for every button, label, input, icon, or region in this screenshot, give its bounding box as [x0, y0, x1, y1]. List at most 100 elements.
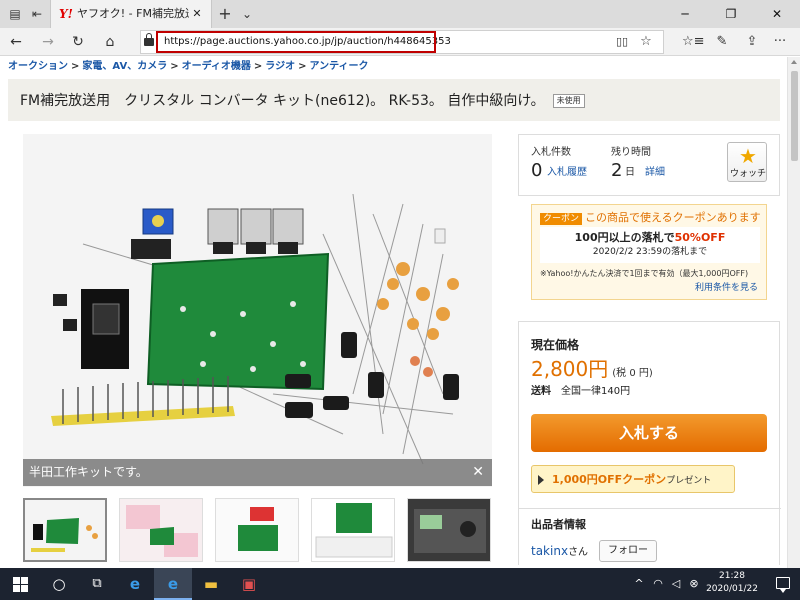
- scrollbar-thumb[interactable]: [791, 71, 798, 161]
- current-price-label: 現在価格: [531, 338, 580, 352]
- address-toolbar: ← → ↻ ⌂ https://page.auctions.yahoo.co.j…: [0, 28, 800, 56]
- favorite-star-icon[interactable]: ☆: [636, 33, 656, 51]
- forward-icon[interactable]: →: [36, 32, 60, 52]
- taskbar: ○ ⧉ e e ▬ ▣ ^ ◠ ◁ ⊗ 21:28 2020/01/22: [0, 568, 800, 600]
- page-content: オークション > 家電、AV、カメラ > オーディオ機器 > ラジオ > アンティーク FM補完…: [0, 57, 800, 568]
- main-product-image[interactable]: [23, 134, 492, 487]
- breadcrumb-item[interactable]: オーディオ機器: [182, 60, 251, 74]
- kit-photo-illustration: [23, 134, 492, 487]
- share-icon[interactable]: ⇪: [742, 33, 762, 51]
- item-title: FM補完放送用 クリスタル コンバータ キット(ne612)。 RK-53。 自…: [20, 92, 585, 110]
- item-title-box: FM補完放送用 クリスタル コンバータ キット(ne612)。 RK-53。 自…: [8, 79, 780, 121]
- bid-history-link[interactable]: 入札履歴: [547, 167, 587, 179]
- time-left-label: 残り時間: [611, 147, 651, 158]
- thumbnail-strip: [23, 498, 493, 564]
- coupon-box: クーポン この商品で使えるクーポンあります 100円以上の落札で50%OFF 20…: [531, 204, 767, 300]
- more-icon[interactable]: ···: [770, 33, 790, 51]
- vertical-scrollbar[interactable]: [787, 57, 800, 568]
- clock[interactable]: 21:28 2020/01/22: [700, 570, 764, 598]
- condition-badge: 未使用: [552, 94, 585, 108]
- thumbnail-4-image: [312, 499, 394, 561]
- coupon-heading: クーポン この商品で使えるクーポンあります: [540, 211, 761, 225]
- lock-icon: [144, 33, 154, 47]
- seller-name: takinxさん: [531, 544, 588, 560]
- windows-logo-icon: [21, 585, 28, 592]
- pen-icon[interactable]: ✎: [712, 33, 732, 51]
- coupon-note: ※Yahoo!かんたん決済で1回まで有効（最大1,000円OFF): [540, 269, 749, 278]
- thumbnail-4[interactable]: [311, 498, 395, 562]
- thumbnail-3[interactable]: [215, 498, 299, 562]
- app-icon[interactable]: ▣: [230, 568, 268, 600]
- breadcrumb-separator: >: [170, 61, 179, 72]
- tab-list-chevron-icon[interactable]: ⌄: [236, 4, 258, 24]
- tab-title: ヤフオク! - FM補完放送用: [77, 7, 189, 20]
- price-tax: (税 0 円): [612, 368, 653, 379]
- breadcrumb-item[interactable]: ラジオ: [265, 60, 295, 74]
- time-left-unit: 日: [625, 167, 635, 178]
- file-explorer-icon[interactable]: ▬: [192, 568, 230, 600]
- follow-button[interactable]: フォロー: [599, 540, 657, 562]
- current-price: 2,800円 (税 0 円): [531, 358, 653, 385]
- tab-actions-icon[interactable]: ▤: [4, 4, 26, 24]
- yahoo-favicon-icon: Y!: [59, 7, 73, 21]
- new-tab-icon[interactable]: +: [214, 4, 236, 24]
- network-icon[interactable]: ◠: [650, 576, 666, 592]
- refresh-icon[interactable]: ↻: [66, 32, 90, 52]
- volume-icon[interactable]: ◁: [668, 576, 684, 592]
- play-arrow-icon: [538, 475, 544, 485]
- watch-label: ウォッチ: [729, 169, 766, 179]
- breadcrumb-separator: >: [253, 61, 263, 72]
- off-coupon-banner[interactable]: 1,000円OFFクーポンプレゼント: [531, 465, 735, 493]
- current-price-value: 2,800円: [531, 357, 609, 381]
- thumbnail-5[interactable]: [407, 498, 491, 562]
- thumbnail-1-image: [25, 500, 105, 560]
- restore-button[interactable]: ❐: [708, 0, 754, 28]
- tray-chevron-icon[interactable]: ^: [632, 576, 646, 592]
- reading-view-icon[interactable]: ▯▯: [612, 33, 632, 51]
- seller-info-label: 出品者情報: [531, 518, 586, 531]
- breadcrumb-item[interactable]: オークション: [8, 60, 68, 74]
- seller-honorific: さん: [568, 547, 589, 558]
- back-icon[interactable]: ←: [4, 32, 28, 52]
- internet-explorer-icon[interactable]: e: [116, 568, 154, 600]
- edge-browser-icon[interactable]: e: [154, 568, 192, 600]
- bid-count: 0: [531, 160, 543, 181]
- coupon-threshold: 100円以上の落札で: [574, 231, 675, 244]
- caption-close-icon[interactable]: ✕: [472, 464, 484, 480]
- window-close-button[interactable]: ✕: [754, 0, 800, 28]
- thumbnail-5-image: [408, 499, 490, 561]
- coupon-terms-link[interactable]: 利用条件を見る: [695, 283, 758, 294]
- off-coupon-amount: 1,000円OFFクーポン: [552, 473, 667, 486]
- tab-bar: ▤ ⇤ Y! ヤフオク! - FM補完放送用 ✕ + ⌄ ─ ❐ ✕: [0, 0, 800, 28]
- home-icon[interactable]: ⌂: [98, 32, 122, 52]
- task-view-icon[interactable]: ⧉: [78, 568, 116, 600]
- time-detail-link[interactable]: 詳細: [645, 167, 665, 179]
- browser-tab[interactable]: Y! ヤフオク! - FM補完放送用 ✕: [50, 0, 212, 28]
- shipping-label: 送料: [531, 386, 551, 397]
- set-aside-tabs-icon[interactable]: ⇤: [26, 4, 48, 24]
- breadcrumb-item[interactable]: アンティーク: [310, 60, 369, 74]
- item-title-text: FM補完放送用 クリスタル コンバータ キット(ne612)。 RK-53。 自…: [20, 93, 545, 109]
- breadcrumb-item[interactable]: 家電、AV、カメラ: [82, 60, 167, 74]
- minimize-button[interactable]: ─: [662, 0, 708, 28]
- seller-name-link[interactable]: takinx: [531, 544, 568, 558]
- start-button[interactable]: [0, 568, 40, 600]
- scroll-up-icon[interactable]: [791, 60, 797, 64]
- bid-button[interactable]: 入札する: [531, 414, 767, 452]
- thumbnail-1[interactable]: [23, 498, 107, 562]
- bid-info-box: 入札件数 0 入札履歴 残り時間 2 日 詳細 ★ ウォッチ: [518, 134, 780, 196]
- search-circle-icon[interactable]: ○: [40, 568, 78, 600]
- off-coupon-suffix: プレゼント: [666, 476, 712, 486]
- breadcrumb-separator: >: [298, 61, 307, 72]
- clock-time: 21:28: [719, 571, 745, 581]
- breadcrumb-separator: >: [71, 61, 80, 72]
- watch-button[interactable]: ★ ウォッチ: [727, 142, 767, 182]
- windows-logo-icon: [13, 577, 20, 584]
- shipping-value: 全国一律140円: [561, 386, 631, 397]
- notification-icon[interactable]: [772, 572, 794, 596]
- coupon-offer[interactable]: 100円以上の落札で50%OFF 2020/2/2 23:59の落札まで: [540, 227, 760, 263]
- breadcrumb: オークション > 家電、AV、カメラ > オーディオ機器 > ラジオ > アンティーク: [8, 60, 369, 74]
- tab-close-icon[interactable]: ✕: [191, 7, 203, 21]
- favorites-hub-icon[interactable]: ☆≡: [682, 33, 705, 51]
- thumbnail-2[interactable]: [119, 498, 203, 562]
